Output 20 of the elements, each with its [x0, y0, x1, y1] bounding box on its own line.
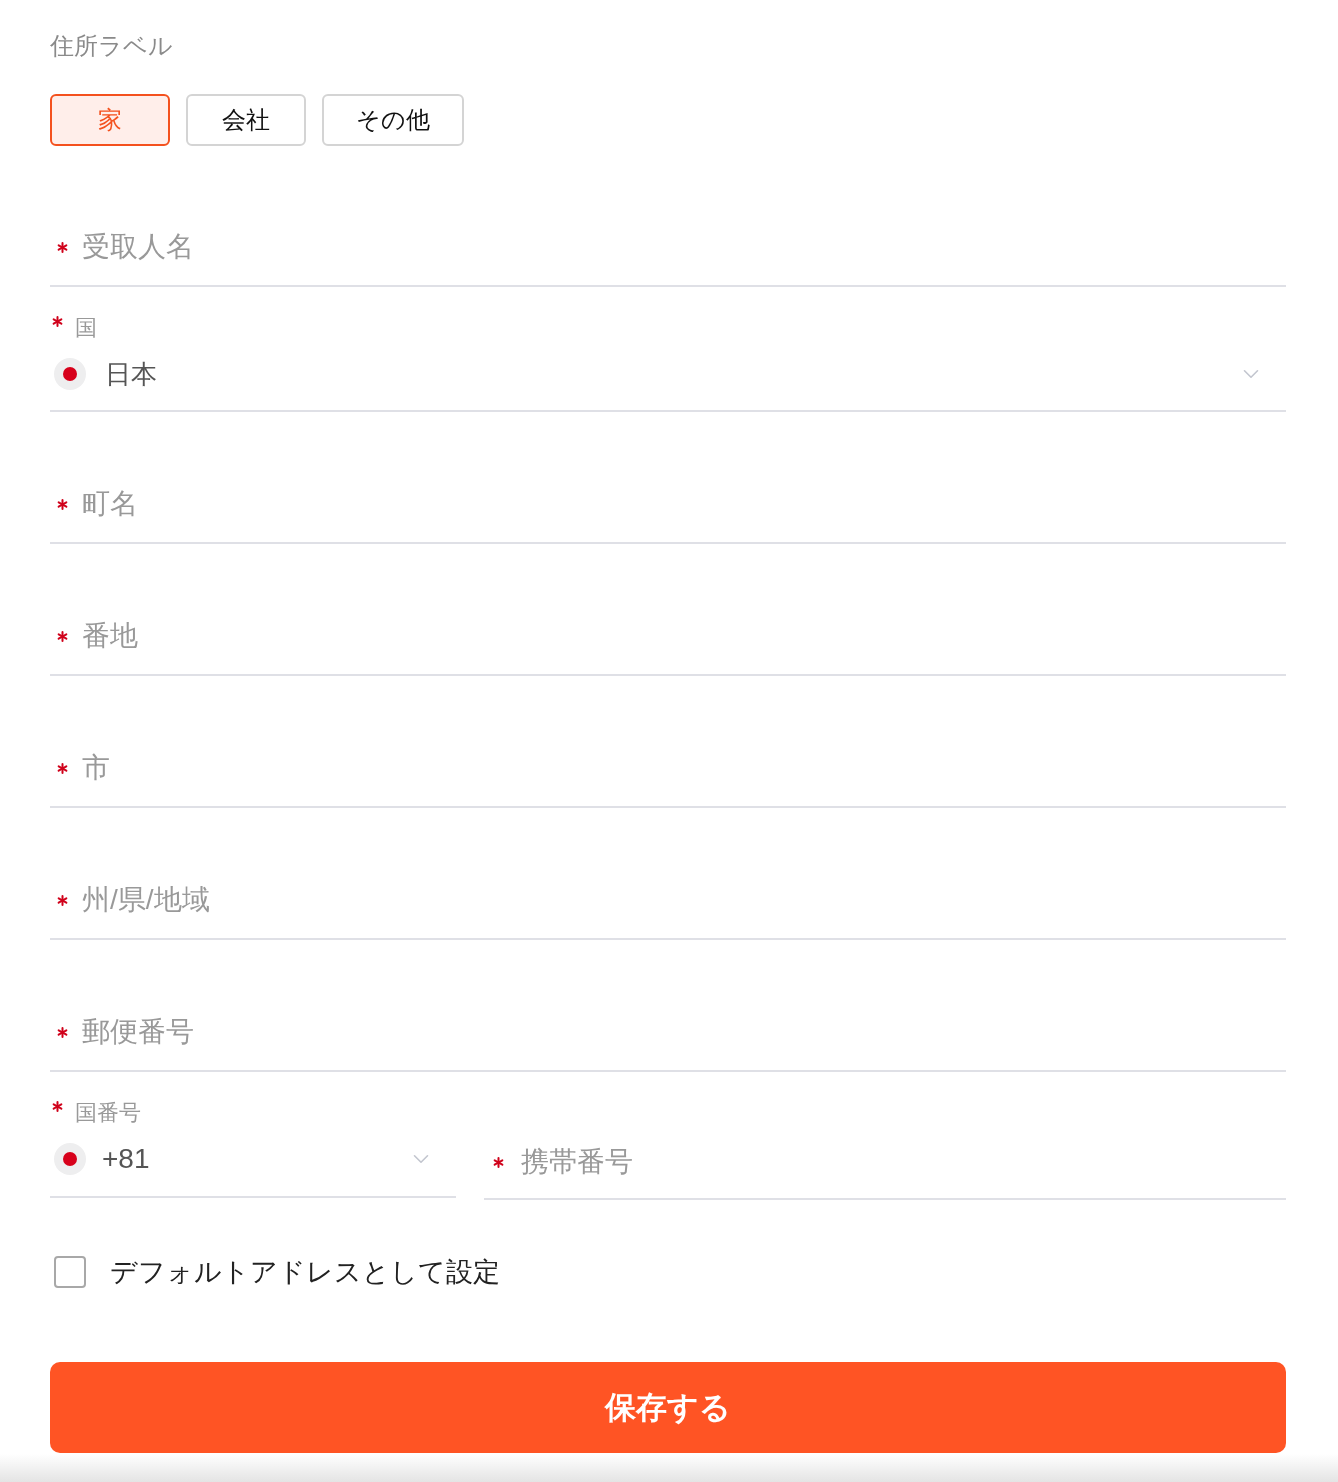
- country-code-select[interactable]: 国番号 +81: [50, 1072, 456, 1198]
- text-input-field[interactable]: 携帯番号: [521, 1142, 1286, 1182]
- field-label: 国番号: [75, 1099, 141, 1127]
- checkbox[interactable]: [54, 1256, 86, 1288]
- checkbox-label: デフォルトアドレスとして設定: [110, 1256, 500, 1289]
- text-input-field[interactable]: 市: [82, 748, 1286, 788]
- select-value: 日本: [105, 358, 157, 391]
- flag-icon: [54, 1143, 86, 1175]
- address-label-option[interactable]: その他: [322, 94, 464, 146]
- text-input-field[interactable]: 州/県/地域: [82, 880, 1286, 920]
- select-value: +81: [102, 1142, 150, 1176]
- text-input-field[interactable]: 受取人名: [82, 227, 1286, 267]
- country-select[interactable]: 国 日本: [50, 287, 1286, 412]
- section-label: 住所ラベル: [50, 31, 173, 61]
- text-input-field[interactable]: 町名: [82, 484, 1286, 524]
- flag-icon: [54, 358, 86, 390]
- field-label: 国: [75, 314, 97, 342]
- address-label-option[interactable]: 会社: [186, 94, 306, 146]
- text-input-field[interactable]: 郵便番号: [82, 1012, 1286, 1052]
- text-input-field[interactable]: 番地: [82, 616, 1286, 656]
